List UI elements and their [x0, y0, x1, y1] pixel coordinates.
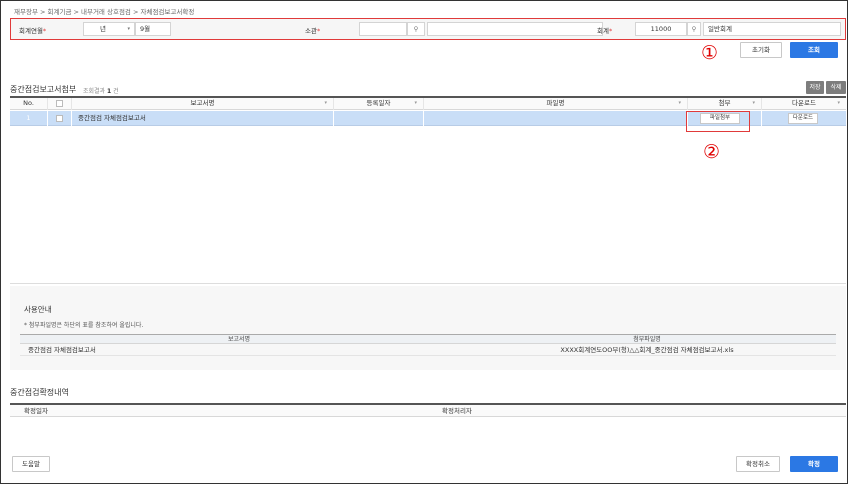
guide-table: 보고서명 첨부파일명 중간점검 자체점검보고서 XXXX회계연도OO부(청)△△…: [20, 334, 836, 356]
guide-table-header: 보고서명 첨부파일명: [20, 334, 836, 344]
col-attach[interactable]: 첨부 ▾: [688, 98, 762, 110]
dept-search-icon[interactable]: ⚲: [407, 22, 425, 36]
guide-col-attach-file: 첨부파일명: [633, 336, 661, 343]
account-search-icon[interactable]: ⚲: [687, 22, 701, 36]
confirm-grid-header: 확정일자 확정처리자: [10, 403, 846, 417]
select-all-checkbox[interactable]: [56, 99, 63, 107]
search-button[interactable]: 조회: [790, 42, 838, 58]
guide-table-row: 중간점검 자체점검보고서 XXXX회계연도OO부(청)△△회계_중간점검 자체점…: [20, 344, 836, 356]
annotation-marker-2: ②: [703, 141, 721, 163]
sort-icon: ▾: [414, 100, 417, 106]
save-button[interactable]: 저장: [806, 81, 824, 94]
col-file-name[interactable]: 파일명 ▾: [424, 98, 688, 110]
cancel-confirm-button[interactable]: 확정취소: [736, 456, 780, 472]
attach-section-title: 중간점검보고서첨부: [10, 85, 77, 94]
account-label: 회계*: [597, 27, 613, 35]
fiscal-year-label: 회계연월*: [19, 27, 47, 35]
row-download-cell: 다운로드: [762, 111, 846, 126]
col-confirm-date: 확정일자: [24, 407, 48, 415]
guide-row-attach-file: XXXX회계연도OO부(청)△△회계_중간점검 자체점검보고서.xls: [560, 346, 734, 354]
dept-label: 소관*: [305, 27, 321, 35]
sort-icon: ▾: [678, 100, 681, 106]
guide-title: 사용안내: [24, 305, 52, 314]
row-check-cell[interactable]: [48, 111, 72, 126]
sort-icon: ▾: [837, 100, 840, 106]
account-code-input[interactable]: 11000: [635, 22, 687, 36]
col-check[interactable]: [48, 98, 72, 110]
guide-note: * 첨부파일명은 하단의 표를 참조하여 올립니다.: [24, 322, 144, 329]
result-count: 조회결과 1 건: [83, 88, 119, 95]
account-name-input[interactable]: 일반회계: [703, 22, 841, 36]
month-select[interactable]: 9월: [135, 22, 171, 36]
help-button[interactable]: 도움말: [12, 456, 50, 472]
dept-name-input[interactable]: [427, 22, 603, 36]
row-checkbox[interactable]: [56, 114, 63, 122]
breadcrumb: 재무장부 > 회계기금 > 내부거래 상호점검 > 자체점검보고서확정: [14, 8, 195, 16]
col-download[interactable]: 다운로드 ▾: [762, 98, 846, 110]
download-button[interactable]: 다운로드: [788, 113, 818, 124]
dept-code-input[interactable]: [359, 22, 407, 36]
confirm-section-title: 중간점검확정내역: [10, 388, 69, 397]
col-reg-date[interactable]: 등록일자 ▾: [334, 98, 424, 110]
confirm-button[interactable]: 확정: [790, 456, 838, 472]
sort-icon: ▾: [752, 100, 755, 106]
annotation-marker-1: ①: [701, 42, 719, 64]
col-no: No.: [10, 98, 48, 110]
guide-col-report-name: 보고서명: [227, 336, 251, 343]
chevron-down-icon: ▾: [127, 26, 130, 32]
search-condition-panel: 회계연월* 년 ▾ 9월 소관* ⚲ 회계* 11000 ⚲ 일반회계: [10, 18, 846, 40]
row-no: 1: [10, 111, 48, 126]
delete-button[interactable]: 삭제: [826, 81, 846, 94]
col-confirm-handler: 확정처리자: [442, 407, 472, 415]
guide-row-report-name: 중간점검 자체점검보고서: [28, 346, 96, 354]
col-report-name[interactable]: 보고서명 ▾: [72, 98, 334, 110]
grid-header: No. 보고서명 ▾ 등록일자 ▾ 파일명 ▾ 첨부 ▾ 다운로드 ▾: [10, 98, 846, 110]
row-file-name: [424, 111, 688, 126]
row-report-name: 중간점검 자체점검보고서: [72, 111, 334, 126]
year-select[interactable]: 년 ▾: [83, 22, 135, 36]
row-reg-date: [334, 111, 424, 126]
highlight-box: [686, 111, 750, 132]
sort-icon: ▾: [324, 100, 327, 106]
reset-button[interactable]: 초기화: [740, 42, 782, 58]
